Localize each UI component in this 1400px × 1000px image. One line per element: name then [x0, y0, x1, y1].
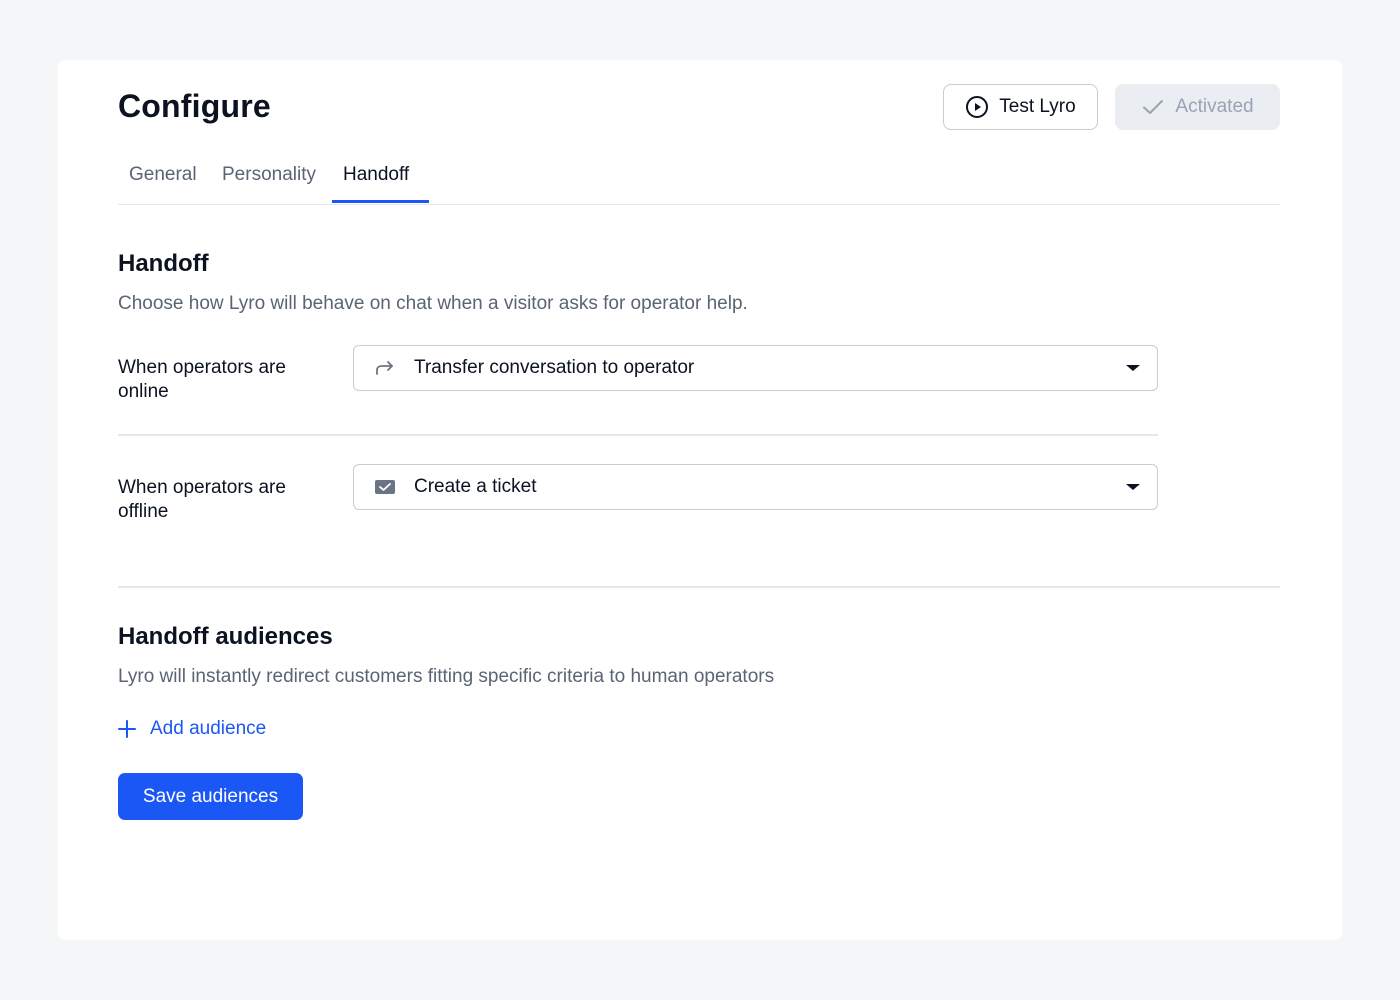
handoff-section-title: Handoff — [118, 250, 209, 277]
tab-handoff[interactable]: Handoff — [343, 164, 409, 186]
tab-general[interactable]: General — [129, 164, 197, 186]
active-tab-indicator — [332, 200, 429, 203]
activated-button[interactable]: Activated — [1115, 84, 1280, 130]
chevron-down-icon — [1125, 482, 1141, 492]
audiences-section-title: Handoff audiences — [118, 623, 333, 650]
check-icon — [1141, 95, 1165, 119]
save-audiences-label: Save audiences — [142, 785, 279, 807]
forward-arrow-icon — [372, 358, 398, 378]
configure-panel: Configure Test Lyro Activated General Pe… — [58, 60, 1342, 940]
section-divider — [118, 586, 1280, 588]
ticket-icon — [372, 477, 398, 497]
online-action-value: Transfer conversation to operator — [414, 357, 695, 378]
add-audience-link[interactable]: Add audience — [118, 718, 266, 740]
plus-icon — [118, 720, 136, 738]
online-row-label: When operators are online — [118, 357, 286, 402]
save-audiences-button[interactable]: Save audiences — [118, 773, 303, 820]
tab-personality[interactable]: Personality — [222, 164, 316, 186]
tab-bar: General Personality Handoff — [118, 160, 1280, 205]
handoff-section-description: Choose how Lyro will behave on chat when… — [118, 293, 748, 314]
online-action-select[interactable]: Transfer conversation to operator — [353, 345, 1158, 391]
row-divider — [118, 434, 1158, 436]
offline-action-value: Create a ticket — [414, 476, 537, 497]
play-circle-icon — [965, 95, 989, 119]
page-title: Configure — [118, 88, 271, 124]
audiences-section-description: Lyro will instantly redirect customers f… — [118, 666, 775, 687]
test-lyro-label: Test Lyro — [999, 96, 1076, 117]
offline-row-label: When operators are offline — [118, 477, 286, 522]
add-audience-label: Add audience — [150, 718, 267, 739]
activated-label: Activated — [1175, 96, 1254, 117]
test-lyro-button[interactable]: Test Lyro — [943, 84, 1098, 130]
chevron-down-icon — [1125, 363, 1141, 373]
offline-action-select[interactable]: Create a ticket — [353, 464, 1158, 510]
